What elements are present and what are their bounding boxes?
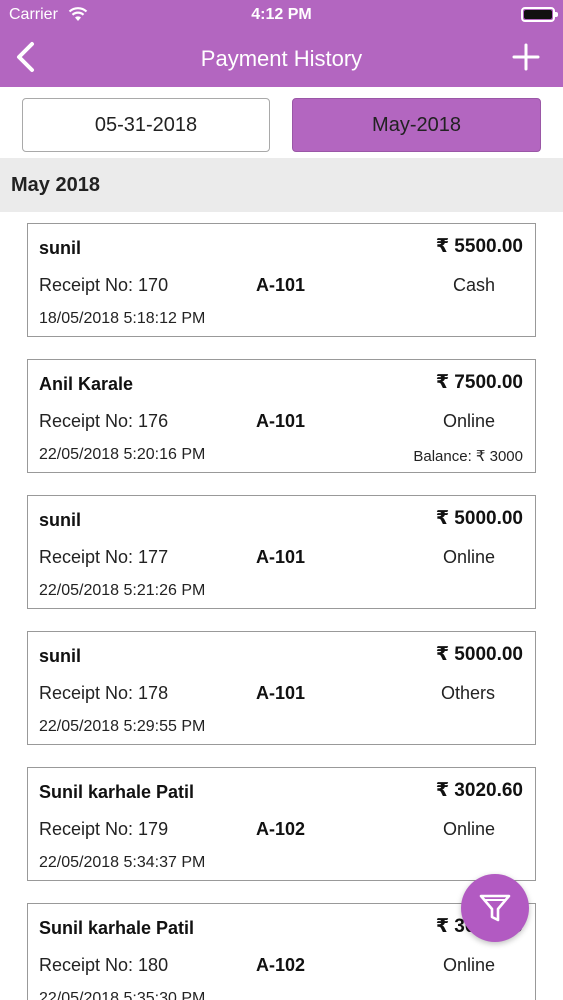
payment-mode: Online: [442, 955, 495, 975]
battery-icon: [521, 7, 558, 22]
receipt-number: Receipt No: 178: [39, 683, 169, 703]
receipt-number: Receipt No: 180: [39, 955, 169, 975]
flat-number: A-102: [256, 955, 306, 975]
payment-amount: ₹ 5500.00: [435, 236, 523, 257]
payment-card[interactable]: sunil ₹ 5500.00 Receipt No: 170 A-101 Cash 18…: [27, 223, 536, 337]
status-bar: Carrier 4:12 PM: [0, 0, 563, 30]
payment-amount: ₹ 5000.00: [435, 644, 523, 665]
payment-datetime: 22/05/2018 5:21:26 PM: [39, 582, 206, 599]
receipt-number: Receipt No: 177: [39, 547, 169, 567]
payment-amount: ₹ 5000.00: [435, 508, 523, 529]
payment-mode: Cash: [452, 275, 495, 295]
payer-name: sunil: [39, 510, 82, 530]
section-title: May 2018: [11, 174, 100, 196]
payment-card[interactable]: sunil ₹ 5000.00 Receipt No: 177 A-101 Online…: [27, 495, 536, 609]
payment-datetime: 22/05/2018 5:20:16 PM: [39, 446, 206, 463]
payer-name: Anil Karale: [39, 374, 134, 394]
receipt-number: Receipt No: 179: [39, 819, 169, 839]
receipt-number: Receipt No: 176: [39, 411, 169, 431]
payment-mode: Others: [440, 683, 495, 703]
payment-card[interactable]: Sunil karhale Patil₹ 3020.60Receipt No: …: [27, 903, 536, 1000]
filter-icon: [479, 894, 511, 922]
payer-name: Sunil karhale Patil: [39, 782, 195, 802]
payment-datetime: 22/05/2018 5:29:55 PM: [39, 718, 206, 735]
payment-datetime: 18/05/2018 5:18:12 PM: [39, 310, 206, 327]
filter-fab-button[interactable]: [461, 874, 529, 942]
payer-name: sunil: [39, 646, 82, 666]
balance-amount: Balance: ₹ 3000: [413, 448, 523, 465]
payment-amount: ₹ 7500.00: [435, 372, 523, 393]
status-time: 4:12 PM: [251, 6, 312, 23]
payment-card[interactable]: sunil ₹ 5000.00 Receipt No: 178 A-101 Others…: [27, 631, 536, 745]
payer-name: sunil: [39, 238, 82, 258]
section-header: May 2018: [0, 158, 563, 212]
payment-datetime: 22/05/2018 5:35:30 PM: [39, 990, 206, 1000]
payment-card[interactable]: Anil Karale ₹ 7500.00 Receipt No: 176 A-101…: [27, 359, 536, 473]
flat-number: A-101: [256, 275, 306, 295]
payment-mode: Online: [442, 819, 495, 839]
receipt-number: Receipt No: 170: [39, 275, 169, 295]
payment-card[interactable]: Sunil karhale Patil ₹ 3020.60 Receipt No: …: [27, 767, 536, 881]
app-header: Carrier 4:12 PM Payment History: [0, 0, 563, 87]
payment-mode: Online: [442, 547, 495, 567]
payer-name: Sunil karhale Patil: [39, 918, 195, 938]
payment-datetime: 22/05/2018 5:34:37 PM: [39, 854, 206, 871]
month-filter-button[interactable]: May-2018: [292, 98, 541, 152]
flat-number: A-101: [256, 683, 306, 703]
nav-bar: Payment History: [0, 30, 563, 87]
flat-number: A-102: [256, 819, 306, 839]
flat-number: A-101: [256, 411, 306, 431]
flat-number: A-101: [256, 547, 306, 567]
payment-amount: ₹ 3020.60: [435, 780, 523, 801]
date-filter-button[interactable]: 05-31-2018: [22, 98, 270, 152]
payment-mode: Online: [442, 411, 495, 431]
plus-icon[interactable]: [511, 42, 541, 72]
page-title: Payment History: [200, 46, 363, 71]
